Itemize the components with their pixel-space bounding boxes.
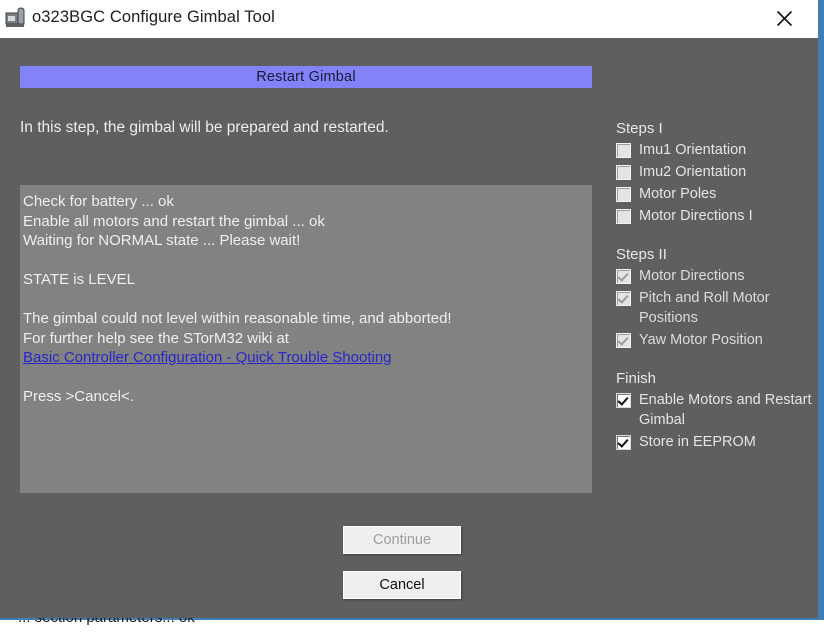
checkbox-label: Motor Directions	[639, 268, 745, 284]
log-line-blank	[23, 251, 592, 271]
log-line: STATE is LEVEL	[23, 271, 135, 288]
background-window-strip: ... section parameters... ok	[0, 618, 824, 636]
group-title: Steps II	[616, 246, 667, 263]
checkbox-pitch-and-roll-motor-positions[interactable]: Pitch and Roll Motor Positions	[616, 288, 816, 328]
log-line: Press >Cancel<.	[23, 388, 134, 405]
step-description: In this step, the gimbal will be prepare…	[20, 119, 389, 136]
group-steps-ii: Steps II Motor Directions Pitch and Roll…	[616, 246, 816, 350]
group-title: Steps I	[616, 120, 663, 137]
window-right-border	[818, 0, 824, 618]
checkbox-box[interactable]	[616, 291, 631, 306]
step-banner-label: Restart Gimbal	[256, 69, 356, 85]
checkbox-motor-directions-i[interactable]: Motor Directions I	[616, 206, 816, 226]
checkbox-label: Motor Poles	[639, 186, 717, 202]
app-window: o323BGC Configure Gimbal Tool Restart Gi…	[0, 0, 824, 636]
checkbox-label: Imu2 Orientation	[639, 164, 747, 180]
log-line: Check for battery ... ok	[23, 193, 174, 210]
checkbox-label: Yaw Motor Position	[639, 332, 763, 348]
checkbox-box[interactable]	[616, 269, 631, 284]
continue-button[interactable]: Continue	[343, 526, 461, 554]
checkbox-imu1-orientation[interactable]: Imu1 Orientation	[616, 140, 816, 160]
checkbox-motor-poles[interactable]: Motor Poles	[616, 184, 816, 204]
window-title: o323BGC Configure Gimbal Tool	[32, 8, 275, 26]
wiki-link[interactable]: Basic Controller Configuration - Quick T…	[23, 348, 392, 368]
checkbox-yaw-motor-position[interactable]: Yaw Motor Position	[616, 330, 816, 350]
log-line: Waiting for NORMAL state ... Please wait…	[23, 232, 301, 249]
checkbox-imu2-orientation[interactable]: Imu2 Orientation	[616, 162, 816, 182]
close-icon[interactable]	[761, 0, 807, 36]
checkbox-enable-motors-and-restart-gimbal[interactable]: Enable Motors and Restart Gimbal	[616, 390, 816, 430]
log-line-blank	[23, 290, 592, 310]
app-icon	[5, 6, 27, 30]
checkbox-store-in-eeprom[interactable]: Store in EEPROM	[616, 432, 816, 452]
group-title: Finish	[616, 370, 657, 387]
checkbox-box[interactable]	[616, 143, 631, 158]
group-steps-i: Steps I Imu1 Orientation Imu2 Orientatio…	[616, 120, 816, 226]
step-banner: Restart Gimbal	[20, 66, 592, 88]
checkbox-label: Imu1 Orientation	[639, 142, 747, 158]
log-output[interactable]: Check for battery ... ok Enable all moto…	[20, 185, 592, 493]
checkbox-label: Enable Motors and Restart Gimbal	[639, 392, 812, 428]
group-finish: Finish Enable Motors and Restart Gimbal …	[616, 370, 816, 452]
background-window-text: ... section parameters... ok	[18, 618, 195, 626]
log-line-blank	[23, 368, 592, 388]
checkbox-box[interactable]	[616, 435, 631, 450]
cancel-button[interactable]: Cancel	[343, 571, 461, 599]
title-bar: o323BGC Configure Gimbal Tool	[0, 0, 824, 38]
checkbox-box[interactable]	[616, 187, 631, 202]
checkbox-label: Pitch and Roll Motor Positions	[639, 290, 770, 326]
checkbox-box[interactable]	[616, 209, 631, 224]
log-line: The gimbal could not level within reason…	[23, 310, 452, 327]
checkbox-label: Motor Directions I	[639, 208, 753, 224]
steps-panel: Steps I Imu1 Orientation Imu2 Orientatio…	[616, 120, 816, 454]
configure-gimbal-dialog: Restart Gimbal In this step, the gimbal …	[0, 38, 818, 618]
checkbox-box[interactable]	[616, 393, 631, 408]
checkbox-label: Store in EEPROM	[639, 434, 756, 450]
checkbox-box[interactable]	[616, 165, 631, 180]
log-line: Enable all motors and restart the gimbal…	[23, 212, 325, 230]
checkbox-box[interactable]	[616, 333, 631, 348]
checkbox-motor-directions[interactable]: Motor Directions	[616, 266, 816, 286]
log-line: For further help see the STorM32 wiki at	[23, 329, 289, 347]
